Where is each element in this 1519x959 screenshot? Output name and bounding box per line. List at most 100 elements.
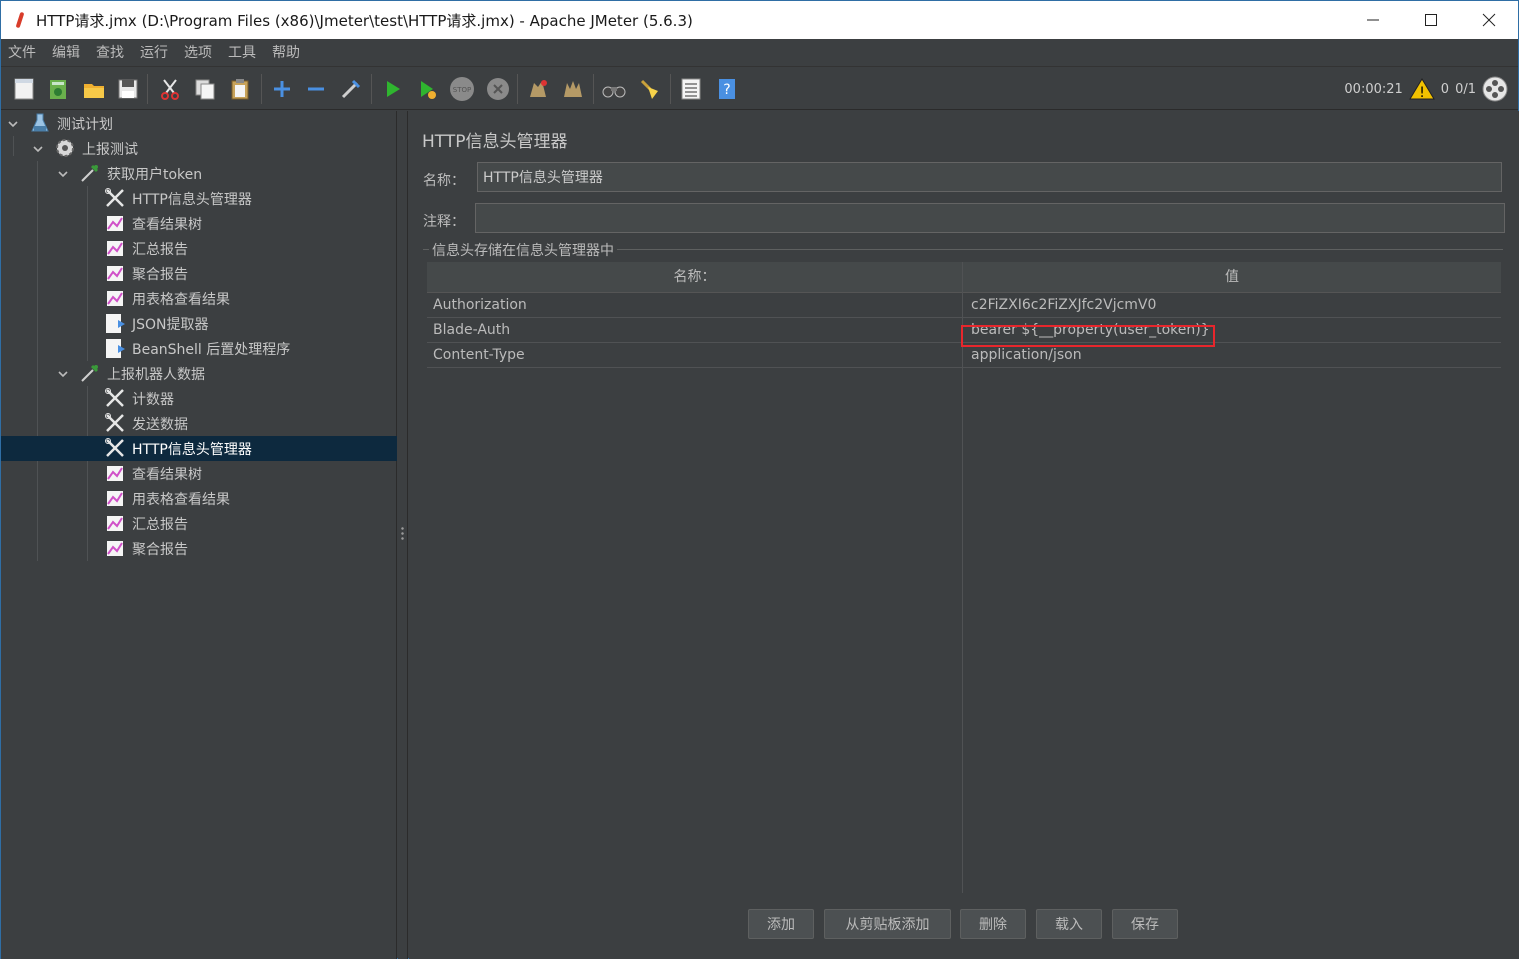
tree-item-table-results[interactable]: 用表格查看结果 <box>1 486 397 511</box>
templates-icon[interactable] <box>45 76 71 102</box>
column-header-value[interactable]: 值 <box>963 262 1501 293</box>
title-bar: HTTP请求.jmx (D:\Program Files (x86)\Jmete… <box>1 1 1518 39</box>
shutdown-icon[interactable] <box>485 76 511 102</box>
tree-item-view-results-tree[interactable]: 查看结果树 <box>1 211 397 236</box>
tree-item-beanshell-postprocessor[interactable]: BeanShell 后置处理程序 <box>1 336 397 361</box>
tree-item-json-extractor[interactable]: JSON提取器 <box>1 311 397 336</box>
tree-item-thread-group[interactable]: 上报测试 <box>1 136 397 161</box>
test-plan-tree: 测试计划 上报测试 获取用户token HTTP信息头管理器 查看结果树 汇总报… <box>1 111 397 959</box>
add-from-clipboard-button[interactable]: 从剪贴板添加 <box>824 909 951 939</box>
toggle-icon[interactable] <box>338 76 364 102</box>
warning-count: 0 <box>1440 81 1450 97</box>
comment-label: 注释： <box>423 214 465 230</box>
menu-bar: 文件 编辑 查找 运行 选项 工具 帮助 <box>1 39 1518 67</box>
graph-icon <box>107 266 123 281</box>
binoculars-icon[interactable] <box>601 76 627 102</box>
name-field[interactable] <box>477 162 1502 192</box>
chevron-down-icon[interactable] <box>32 143 44 155</box>
chevron-down-icon[interactable] <box>7 118 19 130</box>
splitter-grip-icon[interactable] <box>401 526 404 542</box>
gear-icon <box>56 139 74 157</box>
new-icon[interactable] <box>11 76 37 102</box>
window-controls <box>1344 1 1518 39</box>
warning-icon[interactable]: ! <box>1408 77 1435 101</box>
open-icon[interactable] <box>81 76 107 102</box>
add-button[interactable]: 添加 <box>748 909 814 939</box>
tree-item-header-manager-selected[interactable]: HTTP信息头管理器 <box>1 436 397 461</box>
close-button[interactable] <box>1460 1 1518 39</box>
load-button[interactable]: 载入 <box>1036 909 1102 939</box>
menu-search[interactable]: 查找 <box>88 39 132 67</box>
tree-item-label: 汇总报告 <box>132 516 188 533</box>
function-helper-icon[interactable] <box>678 76 704 102</box>
cut-icon[interactable] <box>157 76 183 102</box>
toolbar: STOP ? 00:00:21 ! 0 0/1 <box>1 68 1518 110</box>
comment-field[interactable] <box>475 203 1505 233</box>
graph-icon <box>107 516 123 531</box>
tools-icon <box>105 438 124 457</box>
remote-stop-icon[interactable] <box>560 76 586 102</box>
graph-icon <box>107 241 123 256</box>
tree-item-send-data[interactable]: 发送数据 <box>1 411 397 436</box>
table-row[interactable]: Authorization c2FiZXI6c2FiZXJfc2VjcmV0 <box>427 293 1501 318</box>
menu-tools[interactable]: 工具 <box>220 39 264 67</box>
tree-item-counter[interactable]: 计数器 <box>1 386 397 411</box>
graph-icon <box>107 541 123 556</box>
clear-all-icon[interactable] <box>637 76 663 102</box>
tree-item-label: 发送数据 <box>132 416 188 433</box>
svg-text:?: ? <box>723 82 730 98</box>
header-manager-panel: HTTP信息头管理器 名称： 注释： 信息头存储在信息头管理器中 名称： 值 A… <box>409 111 1519 959</box>
graph-icon <box>107 491 123 506</box>
save-button[interactable]: 保存 <box>1112 909 1178 939</box>
paste-icon[interactable] <box>227 76 253 102</box>
tree-item-sampler[interactable]: 上报机器人数据 <box>1 361 397 386</box>
tools-icon <box>105 388 124 407</box>
tree-item-summary-report[interactable]: 汇总报告 <box>1 236 397 261</box>
tree-item-sampler[interactable]: 获取用户token <box>1 161 397 186</box>
headers-table[interactable]: 名称： 值 Authorization c2FiZXI6c2FiZXJfc2Vj… <box>427 262 1501 893</box>
menu-file[interactable]: 文件 <box>1 39 44 67</box>
start-no-pauses-icon[interactable] <box>414 76 440 102</box>
menu-options[interactable]: 选项 <box>176 39 220 67</box>
tree-item-label: 用表格查看结果 <box>132 491 230 508</box>
tree-item-table-results[interactable]: 用表格查看结果 <box>1 286 397 311</box>
expand-all-icon[interactable] <box>269 76 295 102</box>
save-icon[interactable] <box>115 76 141 102</box>
elapsed-time: 00:00:21 <box>1344 81 1403 97</box>
table-header: 名称： 值 <box>427 262 1501 293</box>
header-name-cell[interactable]: Blade-Auth <box>433 318 510 343</box>
menu-edit[interactable]: 编辑 <box>44 39 88 67</box>
minimize-button[interactable] <box>1344 1 1402 39</box>
panel-splitter[interactable] <box>398 111 408 959</box>
tree-item-aggregate-report[interactable]: 聚合报告 <box>1 536 397 561</box>
menu-help[interactable]: 帮助 <box>264 39 308 67</box>
annotation-highlight-box <box>961 325 1215 347</box>
delete-button[interactable]: 删除 <box>960 909 1026 939</box>
remote-start-icon[interactable] <box>525 76 551 102</box>
button-bar: 添加 从剪贴板添加 删除 载入 保存 <box>409 909 1519 939</box>
header-name-cell[interactable]: Content-Type <box>433 343 525 368</box>
column-header-name[interactable]: 名称： <box>427 262 962 293</box>
header-name-cell[interactable]: Authorization <box>433 293 527 318</box>
collapse-all-icon[interactable] <box>303 76 329 102</box>
start-icon[interactable] <box>379 76 405 102</box>
tree-item-view-results-tree[interactable]: 查看结果树 <box>1 461 397 486</box>
help-icon[interactable]: ? <box>714 76 740 102</box>
svg-text:!: ! <box>1419 85 1425 101</box>
tree-item-test-plan[interactable]: 测试计划 <box>1 111 397 136</box>
tree-item-label: JSON提取器 <box>132 316 209 333</box>
tree-item-aggregate-report[interactable]: 聚合报告 <box>1 261 397 286</box>
tree-item-header-manager[interactable]: HTTP信息头管理器 <box>1 186 397 211</box>
chevron-down-icon[interactable] <box>57 168 69 180</box>
copy-icon[interactable] <box>192 76 218 102</box>
tree-item-label: BeanShell 后置处理程序 <box>132 341 291 358</box>
header-value-cell[interactable]: c2FiZXI6c2FiZXJfc2VjcmV0 <box>971 293 1156 318</box>
graph-icon <box>107 291 123 306</box>
maximize-button[interactable] <box>1402 1 1460 39</box>
menu-run[interactable]: 运行 <box>132 39 176 67</box>
tree-item-label: 上报测试 <box>82 141 138 158</box>
tree-item-summary-report[interactable]: 汇总报告 <box>1 511 397 536</box>
toolbar-separator <box>517 74 518 104</box>
chevron-down-icon[interactable] <box>57 368 69 380</box>
stop-icon[interactable]: STOP <box>449 76 475 102</box>
